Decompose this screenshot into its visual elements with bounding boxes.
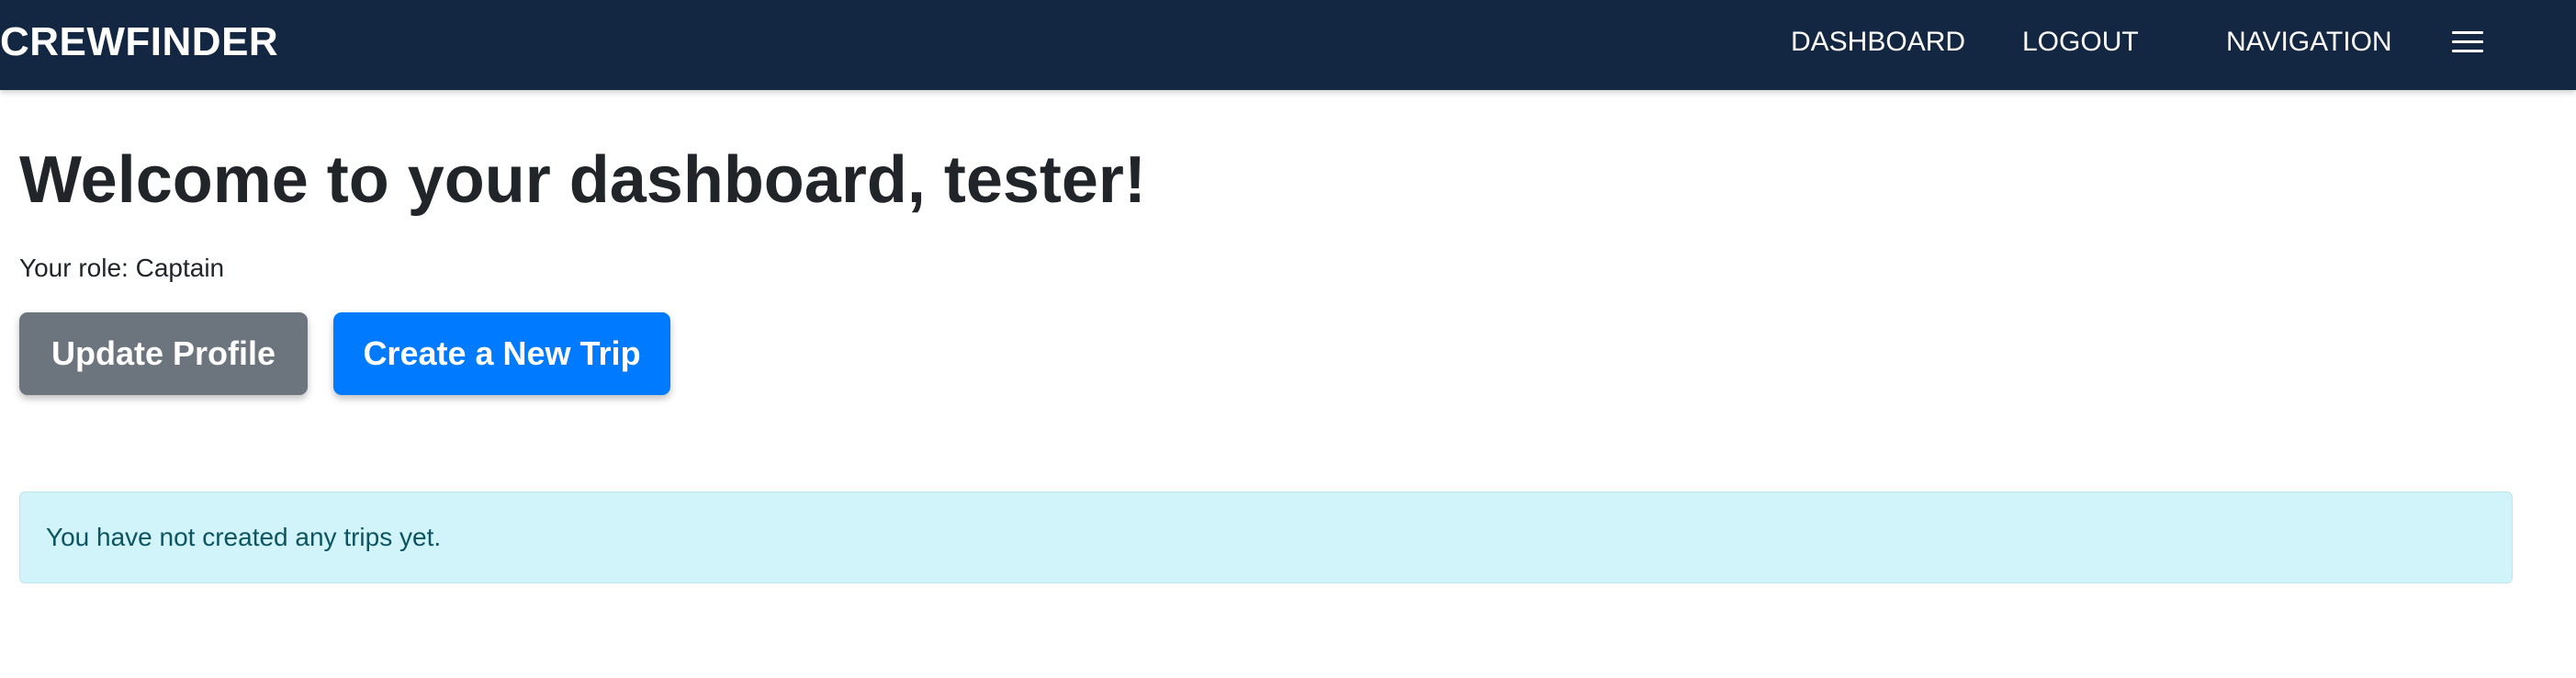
user-role-text: Your role: Captain bbox=[19, 254, 225, 282]
top-navbar: CREWFINDER DASHBOARD LOGOUT NAVIGATION bbox=[0, 0, 2576, 90]
hamburger-bar bbox=[2452, 40, 2483, 43]
brand-logo[interactable]: CREWFINDER bbox=[0, 0, 278, 90]
no-trips-alert: You have not created any trips yet. bbox=[19, 492, 2513, 583]
nav-link-logout[interactable]: LOGOUT bbox=[2022, 0, 2139, 85]
hamburger-bar bbox=[2452, 31, 2483, 34]
hamburger-bar bbox=[2452, 50, 2483, 52]
nav-link-dashboard[interactable]: DASHBOARD bbox=[1791, 0, 1965, 85]
page-title: Welcome to your dashboard, tester! bbox=[19, 143, 1146, 217]
hamburger-menu-icon[interactable] bbox=[2452, 31, 2483, 53]
create-trip-button[interactable]: Create a New Trip bbox=[333, 312, 670, 395]
nav-link-navigation[interactable]: NAVIGATION bbox=[2226, 0, 2392, 85]
update-profile-button[interactable]: Update Profile bbox=[19, 312, 308, 395]
